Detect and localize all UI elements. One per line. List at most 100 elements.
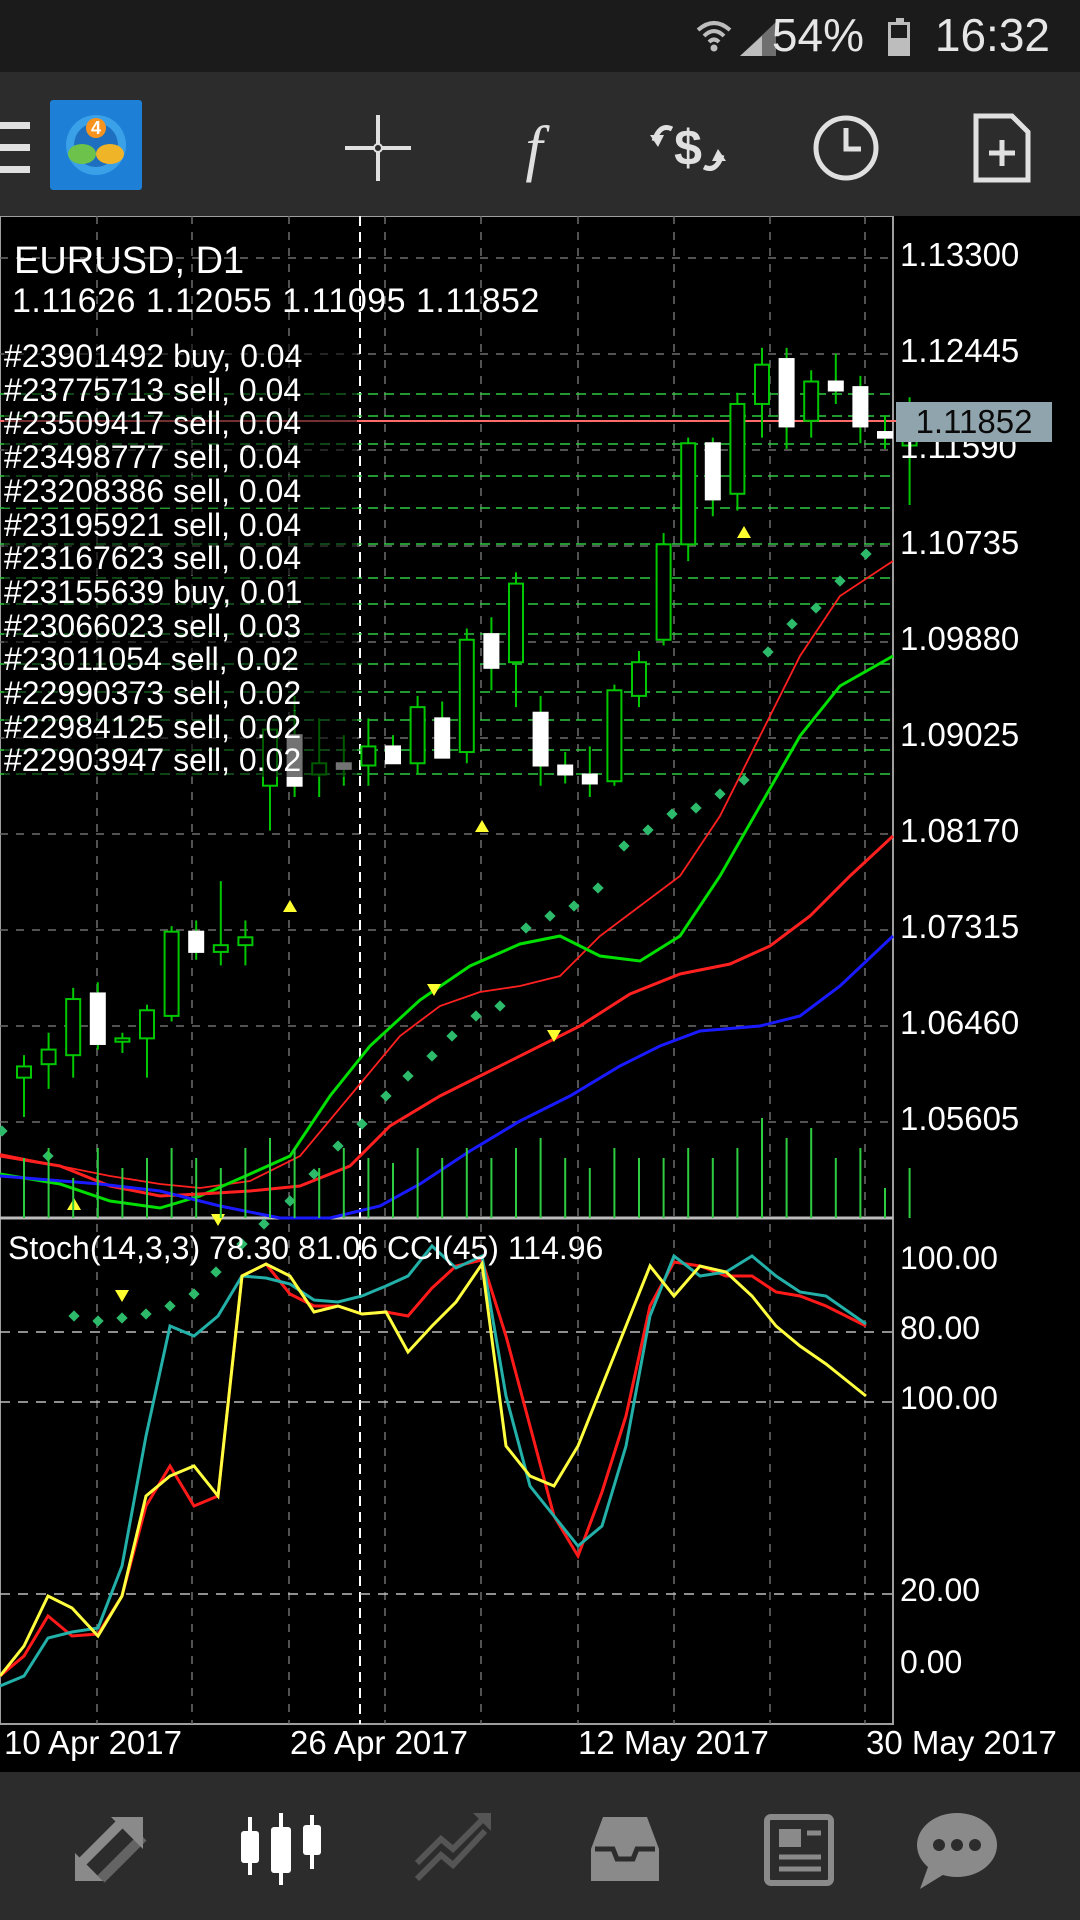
parabolic-sar-dot [520,922,532,934]
trade-icon[interactable] [408,1804,498,1894]
parabolic-sar-dot [188,1288,200,1300]
crosshair-icon[interactable] [338,108,418,188]
candle-body [89,992,106,1045]
candle-body [65,998,82,1057]
parabolic-sar-dot [834,575,846,587]
chart-area[interactable]: EURUSD, D1 1.11626 1.12055 1.11095 1.118… [0,216,1080,1762]
candle-body [212,944,229,953]
parabolic-sar-dot [92,1315,104,1327]
bottom-navigation [0,1772,1080,1920]
order-label: #23775713 sell, 0.04 [4,373,357,407]
ma-slow-line [0,934,895,1220]
ohlc-values: 1.11626 1.12055 1.11095 1.11852 [12,282,540,320]
parabolic-sar-dot [786,618,798,630]
order-label: #23011054 sell, 0.02 [4,643,357,677]
oscillator-tick-label: 0.00 [900,1644,963,1680]
candle-body [803,380,820,422]
candle-body [40,1048,57,1066]
trade-icon[interactable]: $ [648,108,728,188]
oscillator-tick-label: 80.00 [900,1310,981,1346]
metatrader-logo[interactable]: 4 [50,100,142,190]
order-label: #23208386 sell, 0.04 [4,474,357,508]
chart-toolbar: 4 f $ [0,72,1080,216]
candle-body [631,661,647,697]
parabolic-sar-dot [494,1000,506,1012]
fractal-arrow [737,526,751,538]
order-label: #23901492 buy, 0.04 [4,340,357,373]
quotes-icon[interactable] [66,1804,156,1894]
parabolic-sar-dot [68,1310,80,1322]
history-icon[interactable] [580,1804,670,1894]
menu-icon[interactable] [0,122,32,178]
parabolic-sar-dot [332,1140,344,1152]
candle-body [532,711,549,767]
template-icon[interactable] [962,108,1042,188]
parabolic-sar-dot [544,910,556,922]
stoch-main-line [0,1259,867,1677]
candle-body [704,442,721,501]
battery-icon [888,18,910,56]
parabolic-sar-dot [164,1300,176,1312]
price-tick-label: 1.09025 [900,716,1020,753]
wifi-icon [696,21,732,52]
candle-body [655,543,672,641]
candle-body [163,930,180,1017]
candle-body [360,745,377,767]
order-label: #22990373 sell, 0.02 [4,677,357,710]
chat-icon[interactable] [912,1804,1002,1894]
oscillator-tick-label: 100.00 [900,1380,998,1416]
candle-body [434,717,451,759]
order-label: #22984125 sell, 0.02 [4,710,357,744]
order-label: #23167623 sell, 0.04 [4,542,357,576]
chart-icon[interactable] [236,1804,326,1894]
fractal-arrow [211,1214,225,1226]
candle-body [188,930,205,953]
parabolic-sar-dot [860,548,872,560]
order-label: #23498777 sell, 0.04 [4,441,357,475]
parabolic-sar-dot [592,882,604,894]
candle-body [237,936,254,947]
price-tick-label: 1.13300 [900,236,1020,273]
parabolic-sar-dot [380,1090,392,1102]
order-label: #23155639 buy, 0.01 [4,575,357,609]
order-label: #23066023 sell, 0.03 [4,609,357,643]
parabolic-sar-dot [140,1308,152,1320]
parabolic-sar-dot [356,1118,368,1130]
timeframe-icon[interactable] [806,108,886,188]
candle-body [409,706,426,765]
oscillator-tick-label: 100.00 [900,1240,998,1276]
chart-symbol: EURUSD, D1 [14,240,245,282]
parabolic-sar-dot [762,646,774,658]
date-label: 26 Apr 2017 [290,1724,468,1761]
candle-body [778,358,795,428]
candle-body [581,773,598,785]
candle-body [606,689,623,783]
price-tick-label: 1.09880 [900,620,1020,657]
date-label: 12 May 2017 [578,1724,769,1761]
parabolic-sar-dot [618,840,630,852]
candle-body [139,1009,155,1040]
parabolic-sar-dot [470,1010,482,1022]
price-tick-label: 1.08170 [900,812,1020,849]
parabolic-sar-dot [426,1050,438,1062]
indicators-icon[interactable]: f [494,108,574,188]
price-tick-label: 1.10735 [900,524,1020,561]
price-tick-label: 1.06460 [900,1004,1020,1041]
order-label: #22903947 sell, 0.02 [4,744,357,778]
ma-red-line [0,834,895,1198]
candle-body [877,431,893,439]
candle-body [754,363,770,405]
price-tick-label: 1.07315 [900,908,1020,945]
oscillator-tick-label: 20.00 [900,1572,981,1608]
price-tick-label: 1.12445 [900,332,1020,369]
parabolic-sar-dot [714,788,726,800]
stoch-signal-line [0,1243,867,1688]
news-icon[interactable] [752,1804,842,1894]
candle-body [483,633,500,669]
candle-body [557,764,574,776]
candle-body [827,380,844,392]
svg-text:$: $ [674,120,702,176]
fractal-arrow [475,820,489,832]
date-label: 30 May 2017 [866,1724,1057,1761]
parabolic-sar-dot [258,1218,270,1230]
